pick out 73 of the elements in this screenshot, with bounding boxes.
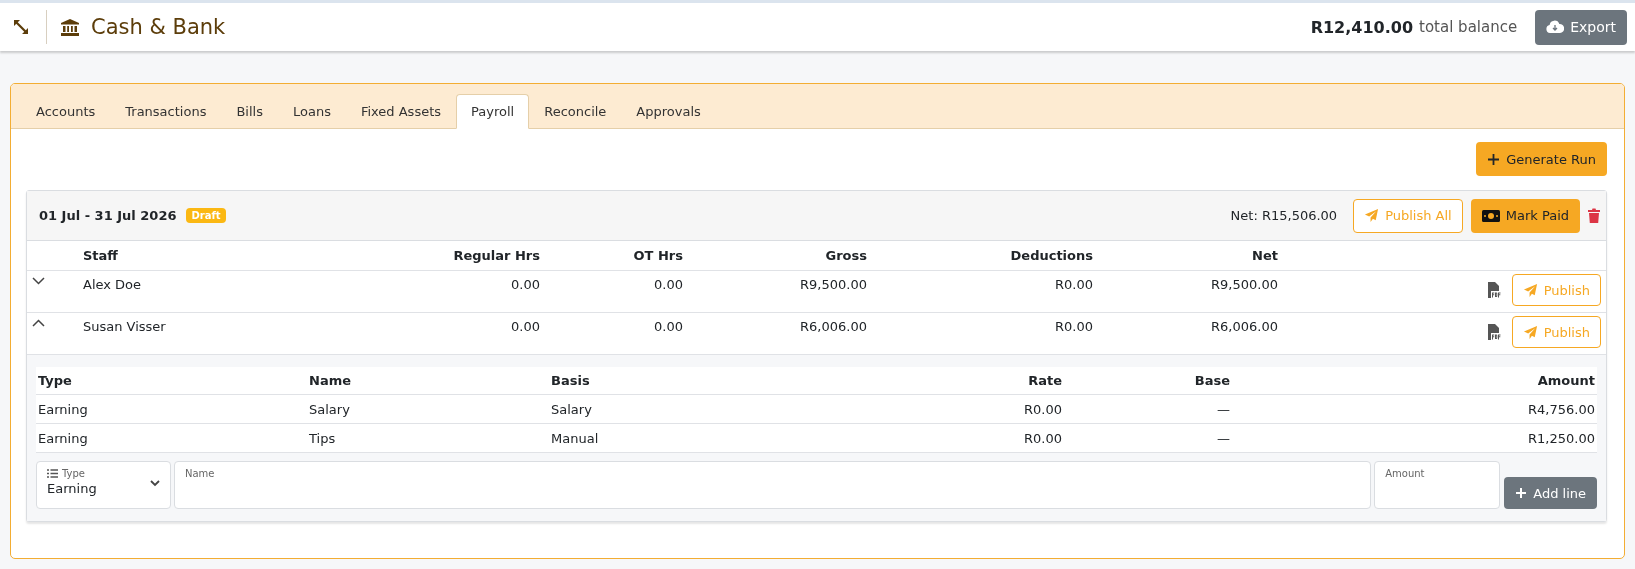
table-cell-text: R9,500.00	[1210, 277, 1278, 292]
status-badge: Draft	[186, 208, 226, 223]
column-header: Net	[1251, 248, 1278, 263]
column-header: Deductions	[1009, 248, 1093, 263]
table-cell-text: —	[1216, 430, 1231, 446]
column-header: Regular Hrs	[452, 248, 540, 263]
tab[interactable]: Approvals	[621, 94, 716, 129]
export-button[interactable]: Export	[1535, 9, 1627, 45]
column-header: Basis	[550, 373, 591, 388]
total-balance-label: total balance	[1419, 18, 1518, 36]
add-line-button[interactable]: Add line	[1504, 477, 1597, 509]
paper-plane-icon	[1522, 282, 1538, 298]
tab[interactable]: Reconcile	[529, 94, 622, 129]
chevron-down-icon	[150, 480, 160, 487]
delete-icon[interactable]	[1588, 208, 1600, 223]
staff-name: Susan Visser	[83, 319, 167, 334]
table-cell-text: Salary	[550, 401, 593, 417]
paper-plane-icon	[1364, 208, 1380, 223]
pdf-file-icon[interactable]	[1487, 324, 1502, 340]
column-header: Name	[308, 373, 352, 388]
plus-icon	[1515, 487, 1528, 499]
mark-paid-button[interactable]: Mark Paid	[1470, 198, 1580, 233]
amount-field[interactable]: Amount	[1374, 461, 1501, 509]
table-cell-text: R9,500.00	[799, 277, 867, 292]
column-header: Staff	[83, 248, 119, 263]
tab[interactable]: Payroll	[456, 94, 530, 129]
column-header: Rate	[1027, 373, 1063, 388]
table-cell-text: Manual	[550, 430, 600, 446]
table-cell-text: 0.00	[510, 319, 540, 334]
table-cell-text: 0.00	[653, 319, 683, 334]
staff-name: Alex Doe	[83, 277, 143, 292]
plus-icon	[1487, 152, 1501, 166]
table-cell-text: R0.00	[1023, 430, 1063, 446]
table-cell-text: R0.00	[1054, 319, 1093, 334]
total-balance-amount: R12,410.00	[1310, 17, 1414, 37]
money-bill-icon	[1481, 209, 1500, 222]
table-cell-text: Earning	[37, 401, 89, 417]
list-icon	[47, 469, 58, 478]
table-cell-text: Salary	[308, 401, 351, 417]
table-cell-text: R0.00	[1054, 277, 1093, 292]
bank-icon	[61, 18, 79, 36]
table-cell-text: 0.00	[510, 277, 540, 292]
type-select[interactable]: Type Earning	[36, 461, 171, 509]
table-cell-text: R4,756.00	[1527, 401, 1596, 417]
table-cell-text: 0.00	[653, 277, 683, 292]
table-cell-text: R6,006.00	[1210, 319, 1278, 334]
pdf-file-icon[interactable]	[1487, 282, 1502, 298]
chevron-down-icon[interactable]	[32, 277, 45, 285]
tab[interactable]: Fixed Assets	[345, 94, 457, 129]
paper-plane-icon	[1522, 324, 1538, 340]
chevron-up-icon[interactable]	[32, 319, 45, 327]
column-header: Gross	[824, 248, 867, 263]
run-net-total: Net: R15,506.00	[1230, 208, 1338, 223]
table-cell-text: R6,006.00	[799, 319, 867, 334]
expand-icon[interactable]	[12, 18, 30, 36]
table-cell-text: Earning	[37, 430, 89, 446]
table-cell-text: R1,250.00	[1527, 430, 1596, 446]
cloud-download-icon	[1546, 20, 1565, 34]
table-cell-text: R0.00	[1023, 401, 1063, 417]
column-header: Amount	[1536, 373, 1596, 388]
column-header: Base	[1193, 373, 1231, 388]
generate-run-button[interactable]: Generate Run	[1476, 142, 1607, 176]
tab[interactable]: Bills	[221, 94, 278, 129]
page-title: Cash & Bank	[91, 15, 226, 39]
name-field[interactable]: Name	[174, 461, 1372, 509]
table-cell-text: —	[1216, 401, 1231, 417]
table-cell-text: Tips	[308, 430, 337, 446]
tab[interactable]: Transactions	[110, 94, 222, 129]
tab[interactable]: Accounts	[21, 94, 111, 129]
run-period: 01 Jul - 31 Jul 2026	[39, 208, 177, 223]
column-header: Type	[37, 373, 73, 388]
column-header: OT Hrs	[632, 248, 683, 263]
tab[interactable]: Loans	[277, 94, 346, 129]
